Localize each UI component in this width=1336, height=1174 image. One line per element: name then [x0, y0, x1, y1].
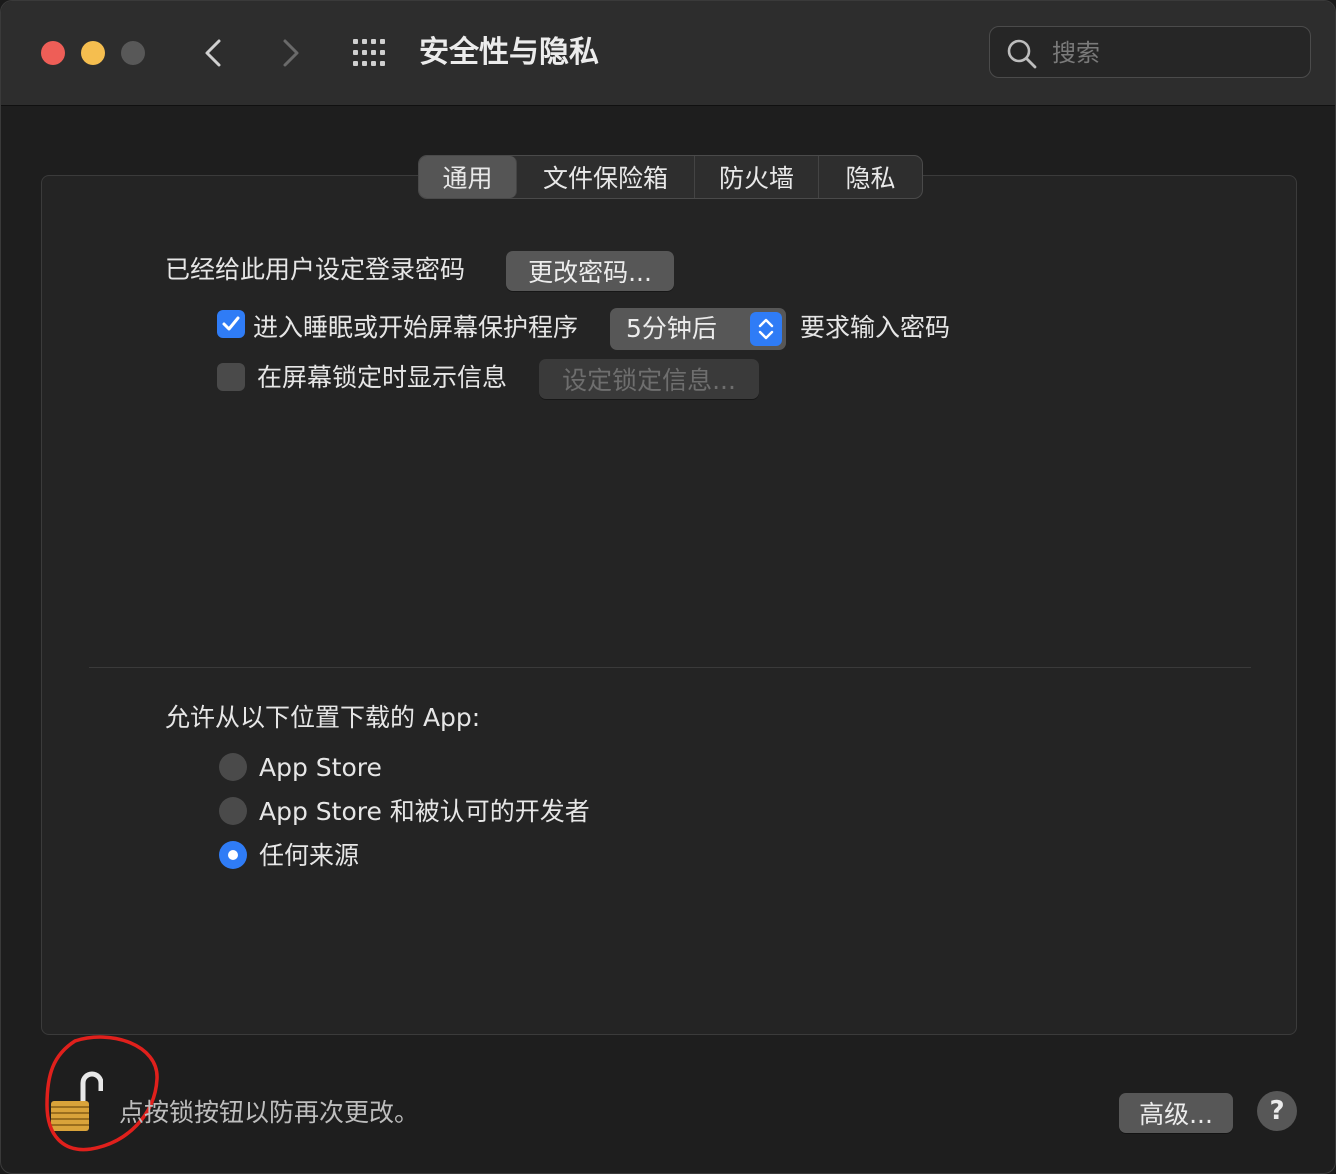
- tab-firewall[interactable]: 防火墙: [695, 156, 819, 198]
- tab-privacy[interactable]: 隐私: [819, 156, 922, 198]
- system-preferences-window: 安全性与隐私 通用 文件保险箱 防火墙 隐私 已经给此用户设定登录密码 更改密码…: [0, 0, 1336, 1174]
- change-password-button[interactable]: 更改密码...: [506, 251, 674, 291]
- search-field[interactable]: [989, 26, 1311, 78]
- forward-button[interactable]: [273, 35, 309, 71]
- chevron-left-icon: [205, 39, 221, 67]
- radio-anywhere[interactable]: [219, 841, 247, 869]
- show-all-button[interactable]: [351, 37, 391, 69]
- search-icon: [1007, 39, 1037, 69]
- download-source-heading: 允许从以下位置下载的 App:: [165, 703, 481, 732]
- tab-content-panel: [41, 175, 1297, 1035]
- grid-icon: [353, 39, 385, 66]
- minimize-window-button[interactable]: [81, 41, 105, 65]
- radio-app-store-identified-developers[interactable]: [219, 797, 247, 825]
- unlocked-padlock-icon: [51, 1071, 104, 1131]
- tab-general[interactable]: 通用: [419, 156, 517, 198]
- window-title: 安全性与隐私: [419, 35, 599, 70]
- password-delay-value: 5分钟后: [626, 314, 717, 343]
- tab-filevault[interactable]: 文件保险箱: [517, 156, 695, 198]
- chevron-right-icon: [283, 39, 299, 67]
- section-divider: [89, 667, 1251, 668]
- radio-app-store-label: App Store: [259, 753, 382, 782]
- zoom-window-button[interactable]: [121, 41, 145, 65]
- toolbar: 安全性与隐私: [1, 1, 1335, 106]
- login-password-label: 已经给此用户设定登录密码: [165, 255, 466, 284]
- lock-button[interactable]: [47, 1069, 104, 1135]
- radio-app-store-identified-developers-label: App Store 和被认可的开发者: [259, 797, 590, 826]
- updown-chevron-icon: [758, 318, 774, 340]
- checkmark-icon: [222, 316, 240, 331]
- require-password-suffix: 要求输入密码: [800, 313, 951, 342]
- radio-anywhere-label: 任何来源: [259, 841, 360, 870]
- tab-bar: 通用 文件保险箱 防火墙 隐私: [418, 155, 923, 199]
- show-lock-message-checkbox[interactable]: [217, 363, 245, 391]
- popup-stepper: [750, 312, 782, 346]
- require-password-label: 进入睡眠或开始屏幕保护程序: [253, 313, 579, 342]
- search-input[interactable]: [1050, 35, 1294, 71]
- lock-hint-text: 点按锁按钮以防再次更改。: [119, 1098, 420, 1127]
- help-button[interactable]: ?: [1257, 1091, 1297, 1131]
- set-lock-message-button[interactable]: 设定锁定信息...: [539, 359, 759, 399]
- radio-app-store[interactable]: [219, 753, 247, 781]
- advanced-button[interactable]: 高级...: [1119, 1093, 1233, 1133]
- require-password-checkbox[interactable]: [217, 310, 245, 338]
- back-button[interactable]: [197, 35, 233, 71]
- show-lock-message-label: 在屏幕锁定时显示信息: [257, 363, 508, 392]
- close-window-button[interactable]: [41, 41, 65, 65]
- password-delay-popup[interactable]: 5分钟后: [610, 308, 786, 350]
